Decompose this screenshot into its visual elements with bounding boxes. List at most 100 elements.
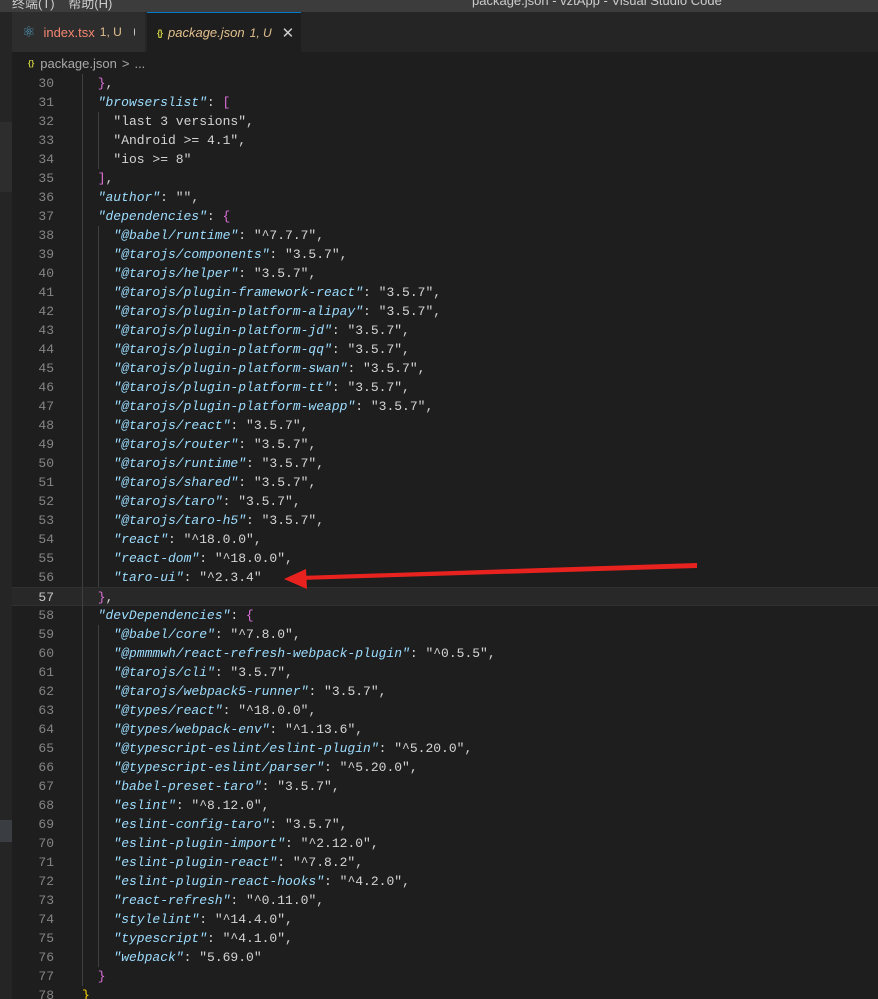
comma: ,	[308, 437, 317, 452]
indent-guide	[82, 74, 83, 93]
code-line[interactable]: 73 "react-refresh": "^0.11.0",	[12, 891, 878, 910]
indent-guide	[97, 530, 99, 549]
code-line[interactable]: 57},	[12, 587, 878, 607]
code-line[interactable]: 55 "react-dom": "^18.0.0",	[12, 549, 878, 568]
json-value: "3.5.7"	[378, 304, 434, 319]
code-line[interactable]: 42 "@tarojs/plugin-platform-alipay": "3.5…	[12, 302, 878, 321]
json-value: "3.5.7"	[347, 380, 403, 395]
code-line[interactable]: 46 "@tarojs/plugin-platform-tt": "3.5.7",	[12, 378, 878, 397]
line-number: 72	[38, 874, 54, 889]
code-line[interactable]: 39 "@tarojs/components": "3.5.7",	[12, 245, 878, 264]
code-text: "eslint": "^8.12.0",	[113, 796, 269, 815]
code-line[interactable]: 72 "eslint-plugin-react-hooks": "^4.2.0",	[12, 872, 878, 891]
breadcrumb-file[interactable]: package.json	[40, 56, 117, 71]
code-line[interactable]: 44 "@tarojs/plugin-platform-qq": "3.5.7",	[12, 340, 878, 359]
code-line[interactable]: 58 "devDependencies": {	[12, 606, 878, 625]
tab-index-tsx[interactable]: ⚛ index.tsx 1, U	[12, 12, 146, 52]
colon: :	[222, 703, 239, 718]
comma: ,	[425, 399, 434, 414]
tab-package-json[interactable]: {} package.json 1, U ✕	[147, 12, 301, 52]
code-line[interactable]: 63 "@types/react": "^18.0.0",	[12, 701, 878, 720]
json-key: "dependencies"	[97, 209, 207, 224]
indent-guide	[97, 758, 99, 777]
unsaved-dot-icon[interactable]	[133, 28, 135, 36]
code-line[interactable]: 56 "taro-ui": "^2.3.4"	[12, 568, 878, 587]
indent-guide	[97, 245, 99, 264]
line-number: 70	[38, 836, 54, 851]
code-line[interactable]: 61 "@tarojs/cli": "3.5.7",	[12, 663, 878, 682]
colon: :	[277, 855, 293, 870]
code-text: "@tarojs/plugin-platform-qq": "3.5.7",	[113, 340, 409, 359]
colon: :	[269, 247, 286, 262]
code-line[interactable]: 78}	[12, 986, 878, 999]
json-value: "^2.3.4"	[199, 570, 262, 585]
json-key: "@tarojs/router"	[113, 437, 239, 452]
line-number: 51	[38, 475, 54, 490]
code-line[interactable]: 49 "@tarojs/router": "3.5.7",	[12, 435, 878, 454]
code-line[interactable]: 75 "typescript": "^4.1.0",	[12, 929, 878, 948]
code-line[interactable]: 68 "eslint": "^8.12.0",	[12, 796, 878, 815]
line-number: 62	[38, 684, 54, 699]
code-line[interactable]: 74 "stylelint": "^14.4.0",	[12, 910, 878, 929]
code-line[interactable]: 64 "@types/webpack-env": "^1.13.6",	[12, 720, 878, 739]
code-line[interactable]: 47 "@tarojs/plugin-platform-weapp": "3.5.…	[12, 397, 878, 416]
code-line[interactable]: 41 "@tarojs/plugin-framework-react": "3.5…	[12, 283, 878, 302]
code-line[interactable]: 71 "eslint-plugin-react": "^7.8.2",	[12, 853, 878, 872]
code-line[interactable]: 33 "Android >= 4.1",	[12, 131, 878, 150]
code-line[interactable]: 59 "@babel/core": "^7.8.0",	[12, 625, 878, 644]
code-line[interactable]: 60 "@pmmmwh/react-refresh-webpack-plugin"…	[12, 644, 878, 663]
code-line[interactable]: 32 "last 3 versions",	[12, 112, 878, 131]
code-line[interactable]: 66 "@typescript-eslint/parser": "^5.20.0"…	[12, 758, 878, 777]
indent-guide	[97, 473, 99, 492]
code-line[interactable]: 37 "dependencies": {	[12, 207, 878, 226]
code-line[interactable]: 40 "@tarojs/helper": "3.5.7",	[12, 264, 878, 283]
code-editor[interactable]: 30}, 31 "browserslist": [32 "last 3 version…	[12, 74, 878, 999]
code-line[interactable]: 52 "@tarojs/taro": "3.5.7",	[12, 492, 878, 511]
json-key: "@pmmmwh/react-refresh-webpack-plugin"	[113, 646, 410, 661]
code-line[interactable]: 50 "@tarojs/runtime": "3.5.7",	[12, 454, 878, 473]
code-line[interactable]: 69 "eslint-config-taro": "3.5.7",	[12, 815, 878, 834]
indent-guide	[97, 340, 99, 359]
code-line[interactable]: 34 "ios >= 8"	[12, 150, 878, 169]
code-line[interactable]: 67 "babel-preset-taro": "3.5.7",	[12, 777, 878, 796]
title-bar: 终端(T) 帮助(H) package.json - vztApp - Visu…	[0, 0, 878, 12]
line-number: 39	[38, 247, 54, 262]
json-value: "^5.20.0"	[394, 741, 465, 756]
comma: ,	[253, 532, 262, 547]
indent-guide	[82, 397, 83, 416]
colon: :	[331, 323, 348, 338]
code-line[interactable]: 45 "@tarojs/plugin-platform-swan": "3.5.7…	[12, 359, 878, 378]
code-line[interactable]: 54 "react": "^18.0.0",	[12, 530, 878, 549]
code-line[interactable]: 43 "@tarojs/plugin-platform-jd": "3.5.7",	[12, 321, 878, 340]
code-line[interactable]: 38 "@babel/runtime": "^7.7.7",	[12, 226, 878, 245]
code-line[interactable]: 77}	[12, 967, 878, 986]
line-number: 71	[38, 855, 54, 870]
indent-guide	[97, 720, 99, 739]
colon: :	[175, 798, 192, 813]
code-line[interactable]: 51 "@tarojs/shared": "3.5.7",	[12, 473, 878, 492]
code-line[interactable]: 65 "@typescript-eslint/eslint-plugin": "^…	[12, 739, 878, 758]
menu-item-terminal[interactable]: 终端(T)	[12, 0, 55, 11]
code-line[interactable]: 53 "@tarojs/taro-h5": "3.5.7",	[12, 511, 878, 530]
json-key: "browserslist"	[97, 95, 207, 110]
code-line[interactable]: 48 "@tarojs/react": "3.5.7",	[12, 416, 878, 435]
bracket: ]	[97, 171, 106, 186]
comma: ,	[339, 817, 348, 832]
code-line[interactable]: 76 "webpack": "5.69.0"	[12, 948, 878, 967]
code-text: "@tarojs/taro": "3.5.7",	[113, 492, 300, 511]
colon: :	[363, 304, 379, 319]
code-text: "@tarojs/plugin-platform-tt": "3.5.7",	[113, 378, 409, 397]
code-line[interactable]: 35],	[12, 169, 878, 188]
code-line[interactable]: 31 "browserslist": [	[12, 93, 878, 112]
indent-guide	[82, 473, 83, 492]
breadcrumb-more[interactable]: ...	[134, 56, 145, 71]
code-line[interactable]: 62 "@tarojs/webpack5-runner": "3.5.7",	[12, 682, 878, 701]
comma: ,	[339, 247, 348, 262]
code-line[interactable]: 36 "author": "",	[12, 188, 878, 207]
close-icon[interactable]: ✕	[282, 24, 295, 42]
bracket: }	[97, 76, 106, 91]
code-text: "@types/webpack-env": "^1.13.6",	[113, 720, 363, 739]
code-line[interactable]: 30},	[12, 74, 878, 93]
code-line[interactable]: 70 "eslint-plugin-import": "^2.12.0",	[12, 834, 878, 853]
menu-item-help[interactable]: 帮助(H)	[68, 0, 112, 11]
